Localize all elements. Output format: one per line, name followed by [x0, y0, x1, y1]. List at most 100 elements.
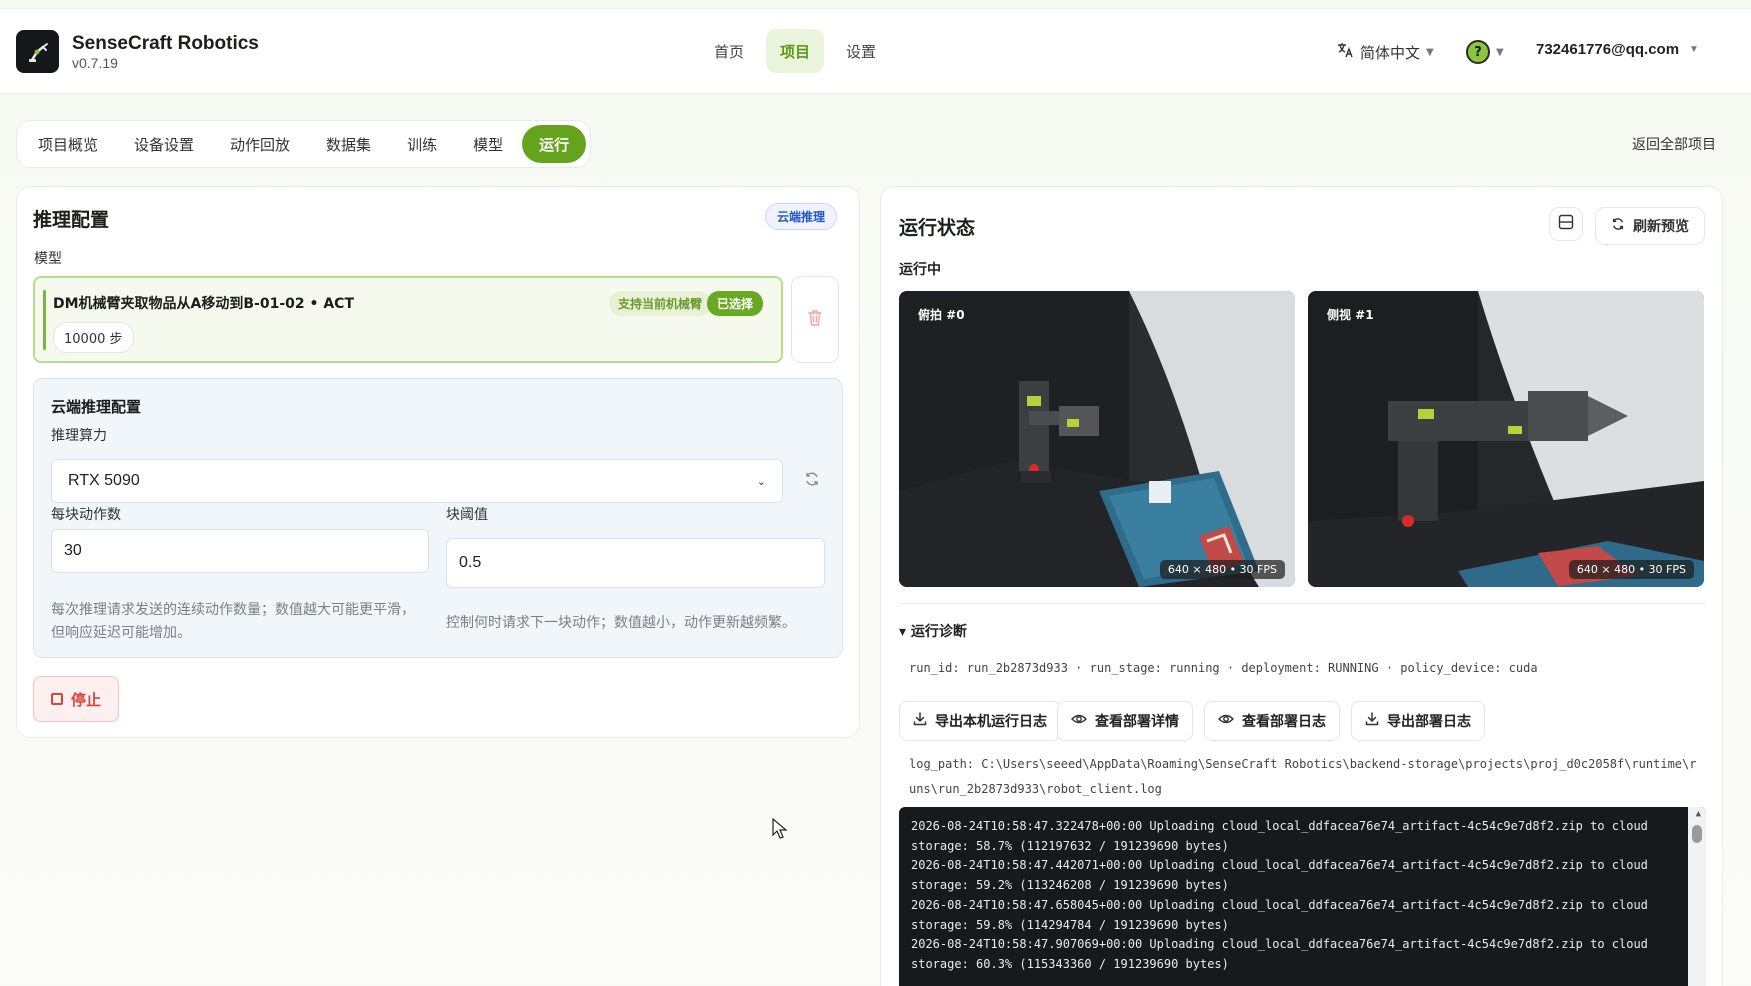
- chunk-size-input[interactable]: 30: [51, 529, 429, 573]
- camera-tag: 侧视 #1: [1320, 303, 1381, 326]
- compute-value: RTX 5090: [68, 472, 140, 489]
- chevron-down-icon: ▼: [1426, 46, 1434, 58]
- run-meta: run_id: run_2b2873d933 · run_stage: runn…: [909, 661, 1538, 675]
- compute-label: 推理算力: [51, 428, 107, 444]
- chunk-size-hint: 每次推理请求发送的连续动作数量；数值越大可能更平滑，但响应延迟可能增加。: [51, 602, 415, 641]
- running-label: 运行中: [899, 262, 941, 278]
- refresh-icon: [804, 471, 820, 491]
- project-tabs: 项目概览 设备设置 动作回放 数据集 训练 模型 运行: [16, 120, 592, 168]
- nav-home[interactable]: 首页: [700, 29, 758, 73]
- cloud-config-title: 云端推理配置: [51, 398, 142, 416]
- nav-settings[interactable]: 设置: [832, 29, 890, 73]
- tab-model[interactable]: 模型: [456, 125, 520, 163]
- refresh-compute-button[interactable]: [796, 465, 828, 497]
- language-label: 简体中文: [1360, 43, 1421, 62]
- log-line: 2026-08-24T10:58:47.658045+00:00 Uploadi…: [911, 897, 1648, 912]
- model-label: 模型: [34, 251, 62, 267]
- inference-config-card: 推理配置 云端推理 模型 DM机械臂夹取物品从A移动到B-01-02 • ACT…: [16, 186, 860, 738]
- compute-select[interactable]: RTX 5090 ⌄: [51, 459, 783, 503]
- translate-icon: [1336, 41, 1354, 63]
- tab-replay[interactable]: 动作回放: [213, 125, 307, 163]
- help-menu[interactable]: ? ▼: [1466, 40, 1504, 64]
- mouse-cursor-icon: [772, 817, 788, 844]
- run-status-card: 运行状态 刷新预览 运行中 俯拍 #0 640 × 480 • 30 FPS 侧…: [880, 186, 1723, 986]
- tab-run[interactable]: 运行: [522, 125, 587, 163]
- download-icon: [1365, 712, 1379, 730]
- log-console[interactable]: 2026-08-24T10:58:47.322478+00:00 Uploadi…: [899, 807, 1706, 986]
- log-line: 2026-08-24T10:58:47.907069+00:00 Uploadi…: [911, 937, 1648, 952]
- refresh-preview-button[interactable]: 刷新预览: [1595, 207, 1705, 245]
- view-deploy-log-label: 查看部署日志: [1242, 714, 1326, 730]
- layout-toggle-button[interactable]: [1549, 207, 1583, 241]
- export-local-log-button[interactable]: 导出本机运行日志: [899, 701, 1061, 741]
- export-local-log-label: 导出本机运行日志: [935, 714, 1047, 730]
- log-scrollbar[interactable]: ▲: [1688, 807, 1706, 986]
- view-deploy-detail-label: 查看部署详情: [1095, 714, 1179, 730]
- trash-icon: [807, 309, 823, 331]
- app-version: v0.7.19: [72, 55, 118, 71]
- model-accent-bar: [43, 290, 46, 350]
- divider: [899, 603, 1706, 604]
- camera-feed-top[interactable]: 俯拍 #0 640 × 480 • 30 FPS: [899, 291, 1295, 587]
- cloud-inference-badge: 云端推理: [765, 203, 838, 230]
- user-email: 732461776@qq.com: [1536, 41, 1680, 58]
- camera-resolution: 640 × 480 • 30 FPS: [1159, 560, 1285, 579]
- stop-label: 停止: [70, 690, 101, 709]
- log-line: storage: 60.3% (115343360 / 191239690 by…: [911, 956, 1229, 971]
- camera-feed-side[interactable]: 侧视 #1 640 × 480 • 30 FPS: [1308, 291, 1704, 587]
- camera-image-top: [899, 291, 1295, 587]
- top-bar: SenseCraft Robotics v0.7.19 首页 项目 设置 简体中…: [0, 8, 1751, 94]
- chevron-down-icon: ▼: [1689, 44, 1699, 55]
- scroll-up-icon[interactable]: ▲: [1696, 809, 1701, 819]
- user-menu[interactable]: 732461776@qq.com ▼: [1536, 41, 1699, 58]
- tab-training[interactable]: 训练: [390, 125, 454, 163]
- log-path: log_path: C:\Users\seeed\AppData\Roaming…: [909, 757, 1697, 796]
- export-deploy-log-label: 导出部署日志: [1387, 714, 1471, 730]
- log-line: storage: 58.7% (112197632 / 191239690 by…: [911, 838, 1229, 853]
- inference-config-title: 推理配置: [33, 209, 110, 231]
- nav-projects[interactable]: 项目: [766, 29, 825, 73]
- threshold-input[interactable]: 0.5: [446, 538, 825, 588]
- chunk-size-label: 每块动作数: [51, 507, 121, 523]
- stop-icon: [50, 693, 63, 705]
- help-circle-icon: ?: [1466, 40, 1490, 64]
- language-selector[interactable]: 简体中文 ▼: [1336, 41, 1434, 63]
- selected-model-card[interactable]: DM机械臂夹取物品从A移动到B-01-02 • ACT 10000 步 支持当前…: [33, 276, 783, 363]
- support-arm-badge: 支持当前机械臂: [609, 291, 712, 316]
- app-name: SenseCraft Robotics: [72, 33, 259, 54]
- diagnostics-toggle[interactable]: ▾ 运行诊断: [899, 621, 967, 641]
- scrollbar-thumb[interactable]: [1692, 825, 1702, 843]
- main-nav: 首页 项目 设置: [700, 29, 890, 73]
- selected-badge: 已选择: [707, 291, 764, 316]
- back-to-projects-link[interactable]: 返回全部项目: [1632, 134, 1716, 154]
- log-line: storage: 59.2% (113246208 / 191239690 by…: [911, 878, 1229, 893]
- export-deploy-log-button[interactable]: 导出部署日志: [1351, 701, 1485, 741]
- chevron-down-icon: ▼: [1496, 46, 1504, 58]
- tab-device-settings[interactable]: 设备设置: [117, 125, 211, 163]
- camera-tag: 俯拍 #0: [911, 303, 972, 326]
- layout-icon: [1558, 214, 1574, 234]
- chevron-down-icon: ⌄: [756, 475, 766, 488]
- threshold-hint: 控制何时请求下一块动作；数值越小，动作更新越频繁。: [446, 615, 796, 631]
- stop-button[interactable]: 停止: [33, 676, 119, 722]
- model-name: DM机械臂夹取物品从A移动到B-01-02 • ACT: [53, 296, 354, 312]
- download-icon: [913, 712, 927, 730]
- eye-icon: [1071, 712, 1087, 730]
- view-deploy-detail-button[interactable]: 查看部署详情: [1057, 701, 1193, 741]
- log-line: storage: 59.8% (114294784 / 191239690 by…: [911, 917, 1229, 932]
- view-deploy-log-button[interactable]: 查看部署日志: [1204, 701, 1340, 741]
- delete-model-button[interactable]: [791, 276, 839, 363]
- robot-arm-logo: [16, 30, 59, 73]
- model-steps-badge: 10000 步: [53, 322, 134, 353]
- refresh-icon: [1611, 217, 1625, 235]
- tab-overview[interactable]: 项目概览: [21, 125, 115, 163]
- log-line: 2026-08-24T10:58:47.322478+00:00 Uploadi…: [911, 819, 1648, 833]
- cloud-inference-panel: 云端推理配置 推理算力 RTX 5090 ⌄ 每块动作数 30 每次推理请求发送…: [33, 378, 843, 658]
- camera-image-side: [1308, 291, 1704, 587]
- camera-resolution: 640 × 480 • 30 FPS: [1568, 560, 1694, 579]
- tab-dataset[interactable]: 数据集: [309, 125, 388, 163]
- log-line: 2026-08-24T10:58:47.442071+00:00 Uploadi…: [911, 858, 1648, 873]
- refresh-preview-label: 刷新预览: [1633, 219, 1689, 235]
- threshold-label: 块阈值: [446, 507, 488, 523]
- run-status-title: 运行状态: [899, 217, 976, 239]
